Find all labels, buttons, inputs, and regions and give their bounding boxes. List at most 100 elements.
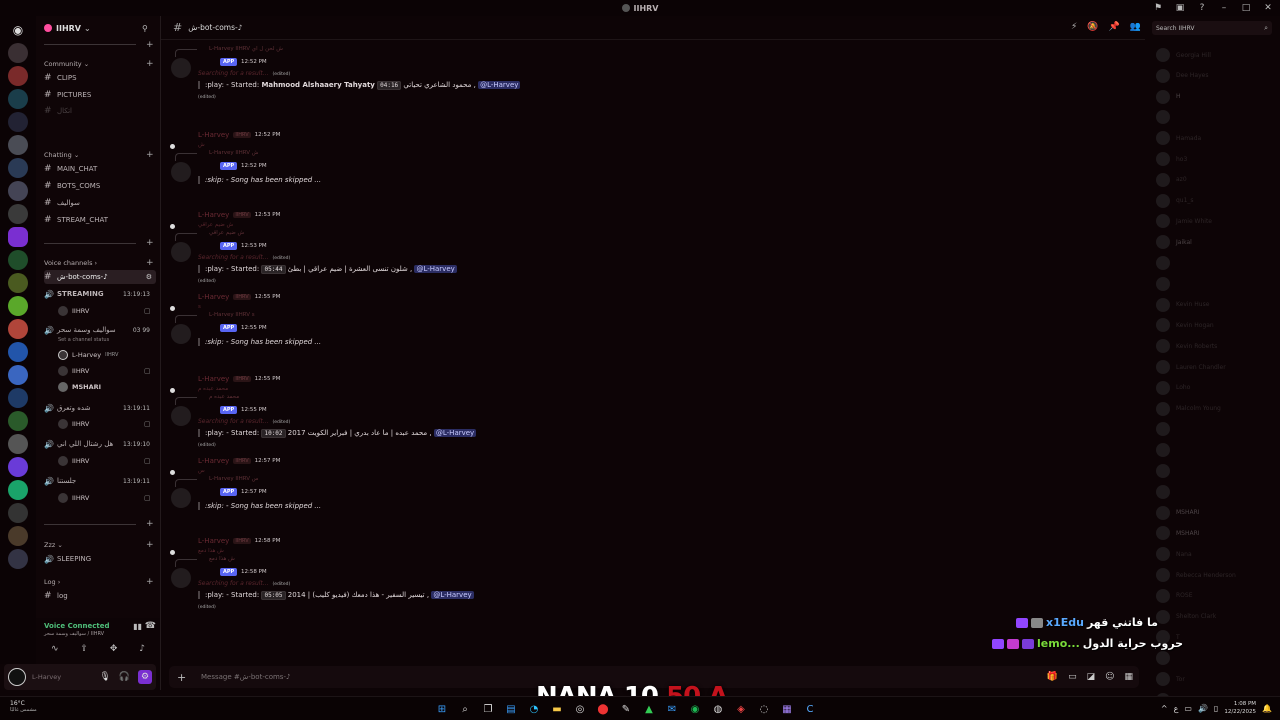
channel-bots-coms[interactable]: # BOTS_COMS	[44, 179, 156, 193]
channel-main-chat[interactable]: # MAIN_CHAT	[44, 162, 156, 176]
channel-log[interactable]: # log	[44, 589, 156, 603]
server-icon-iihrv[interactable]	[8, 227, 28, 247]
voice-user[interactable]: IIHRV ▢	[58, 491, 154, 505]
voice-user[interactable]: IIHRV ▢	[58, 364, 154, 378]
member-item[interactable]: Kevin Huse	[1156, 296, 1209, 314]
server-icon[interactable]	[8, 526, 28, 546]
disconnect-icon[interactable]: ☎	[145, 621, 156, 631]
battery-icon[interactable]: ▯	[1214, 704, 1218, 713]
voice-channel-sawalif[interactable]: 🔊 سواليف وسمة سحر 03 99	[44, 323, 156, 337]
task-view-icon[interactable]: ❐	[480, 701, 496, 717]
app-icon[interactable]: ▦	[779, 701, 795, 717]
category-zzz[interactable]: Zzz ⌄	[44, 541, 63, 549]
voice-channel[interactable]: 🔊 جلستنا 13:19:11	[44, 474, 156, 488]
message-author[interactable]: L-Harvey IIHRV 12:57 PM	[198, 457, 280, 465]
server-icon[interactable]	[8, 204, 28, 224]
message-author[interactable]: L-Harvey IIHRV 12:53 PM	[198, 211, 280, 219]
member-item[interactable]	[1156, 483, 1176, 501]
weather-widget[interactable]: 16°C مشمس غالبًا	[10, 700, 37, 713]
monitor-icon[interactable]: ▣	[1174, 2, 1186, 14]
app-icon[interactable]: ◌	[756, 701, 772, 717]
voice-channel[interactable]: 🔊 هل رشتال اللي اني 13:19:10	[44, 437, 156, 451]
clock[interactable]: 1:08 PM 12/22/2025	[1224, 700, 1256, 716]
spotify-icon[interactable]: ◉	[687, 701, 703, 717]
maximize-button[interactable]: □	[1240, 2, 1252, 14]
pin-icon[interactable]: 📌	[1109, 22, 1120, 32]
bot-avatar[interactable]	[171, 488, 191, 508]
bot-avatar[interactable]	[171, 406, 191, 426]
channel-stream-chat[interactable]: # STREAM_CHAT	[44, 213, 156, 227]
screen-share-icon[interactable]: ⇪	[80, 644, 88, 654]
reply-preview[interactable]: L-Harvey IIHRV س	[209, 476, 259, 482]
member-item[interactable]	[1156, 462, 1176, 480]
member-item[interactable]: ROSE	[1156, 587, 1193, 605]
bot-avatar[interactable]	[171, 58, 191, 78]
bot-avatar[interactable]	[171, 568, 191, 588]
message-author[interactable]: L-Harvey IIHRV 12:55 PM	[198, 375, 280, 383]
language-icon[interactable]: ع	[1174, 704, 1179, 713]
server-icon[interactable]	[8, 181, 28, 201]
add-channel-icon[interactable]: +	[146, 578, 154, 587]
server-icon[interactable]	[8, 319, 28, 339]
help-icon[interactable]: ?	[1196, 2, 1208, 14]
channel-status[interactable]: Set a channel status	[58, 337, 109, 343]
server-icon[interactable]	[8, 342, 28, 362]
reply-preview[interactable]: ش ضيم عراقي	[209, 230, 244, 236]
server-icon[interactable]	[8, 411, 28, 431]
channel-bot-coms-selected[interactable]: # ش-bot-coms-♪ ⚙	[44, 270, 156, 284]
reply-preview[interactable]: L-Harvey IIHRV ش لحن ل اي	[209, 46, 283, 52]
search-bar[interactable]: Search IIHRV ⌕	[1152, 21, 1272, 35]
close-button[interactable]: ✕	[1262, 2, 1274, 14]
attach-plus-icon[interactable]: +	[177, 671, 189, 684]
app-icon[interactable]: ◈	[733, 701, 749, 717]
gift-icon[interactable]: 🎁	[1047, 672, 1058, 682]
voice-channel-streaming[interactable]: 🔊 STREAMING 13:19:13	[44, 287, 156, 301]
bot-avatar[interactable]	[171, 242, 191, 262]
chevron-up-icon[interactable]: ^	[1161, 704, 1168, 713]
member-item[interactable]	[1156, 420, 1176, 438]
app-icon[interactable]: C	[802, 701, 818, 717]
member-item[interactable]	[1156, 275, 1176, 293]
message-author[interactable]: L-Harvey IIHRV 12:58 PM	[198, 537, 280, 545]
voice-connected-channel[interactable]: سواليف وسمة سحر / IIHRV	[44, 631, 104, 637]
member-item[interactable]: Dee Hayes	[1156, 67, 1208, 85]
add-channel-icon[interactable]: +	[146, 520, 154, 529]
app-icon[interactable]: ✉	[664, 701, 680, 717]
sticker-icon[interactable]: ◪	[1087, 672, 1096, 682]
app-icon[interactable]: ◎	[572, 701, 588, 717]
member-item[interactable]: Tor	[1156, 670, 1185, 688]
headphones-icon[interactable]: 🎧	[119, 672, 130, 682]
add-channel-icon[interactable]: +	[146, 259, 154, 268]
server-icon[interactable]	[8, 112, 28, 132]
notification-icon[interactable]: 🔕	[1087, 22, 1098, 32]
server-icon[interactable]	[8, 250, 28, 270]
member-item[interactable]: qu1_s	[1156, 192, 1194, 210]
user-avatar[interactable]	[8, 668, 26, 686]
edge-icon[interactable]: ◔	[526, 701, 542, 717]
server-icon[interactable]	[8, 480, 28, 500]
voice-user[interactable]: IIHRV ▢	[58, 304, 154, 318]
app-icon[interactable]: ⬤	[595, 701, 611, 717]
member-item[interactable]: Rebecca Henderson	[1156, 566, 1236, 584]
user-mention[interactable]: @L-Harvey	[431, 591, 474, 599]
file-explorer-icon[interactable]: ▬	[549, 701, 565, 717]
category-chatting[interactable]: Chatting ⌄	[44, 151, 79, 159]
add-channel-icon[interactable]: +	[146, 239, 154, 248]
server-icon[interactable]	[8, 158, 28, 178]
member-item[interactable]: Kevin Hogan	[1156, 316, 1214, 334]
noise-suppression-icon[interactable]: ∿	[51, 644, 59, 654]
app-icon[interactable]: ◍	[710, 701, 726, 717]
reply-preview[interactable]: محمد عبده م	[209, 394, 239, 400]
server-icon[interactable]	[8, 135, 28, 155]
user-settings-icon[interactable]: ⚙	[138, 670, 152, 684]
category-log[interactable]: Log ›	[44, 578, 60, 586]
bot-avatar[interactable]	[171, 324, 191, 344]
channel-clips[interactable]: # CLIPS	[44, 71, 156, 85]
app-icon[interactable]: ▲	[641, 701, 657, 717]
member-item[interactable]: Lauren Chandler	[1156, 358, 1226, 376]
category-community[interactable]: Community ⌄	[44, 60, 89, 68]
voice-channel-sleeping[interactable]: 🔊 SLEEPING	[44, 552, 156, 566]
add-member-icon[interactable]: ⚲	[142, 24, 152, 33]
add-channel-icon[interactable]: +	[146, 151, 154, 160]
add-channel-icon[interactable]: +	[146, 541, 154, 550]
